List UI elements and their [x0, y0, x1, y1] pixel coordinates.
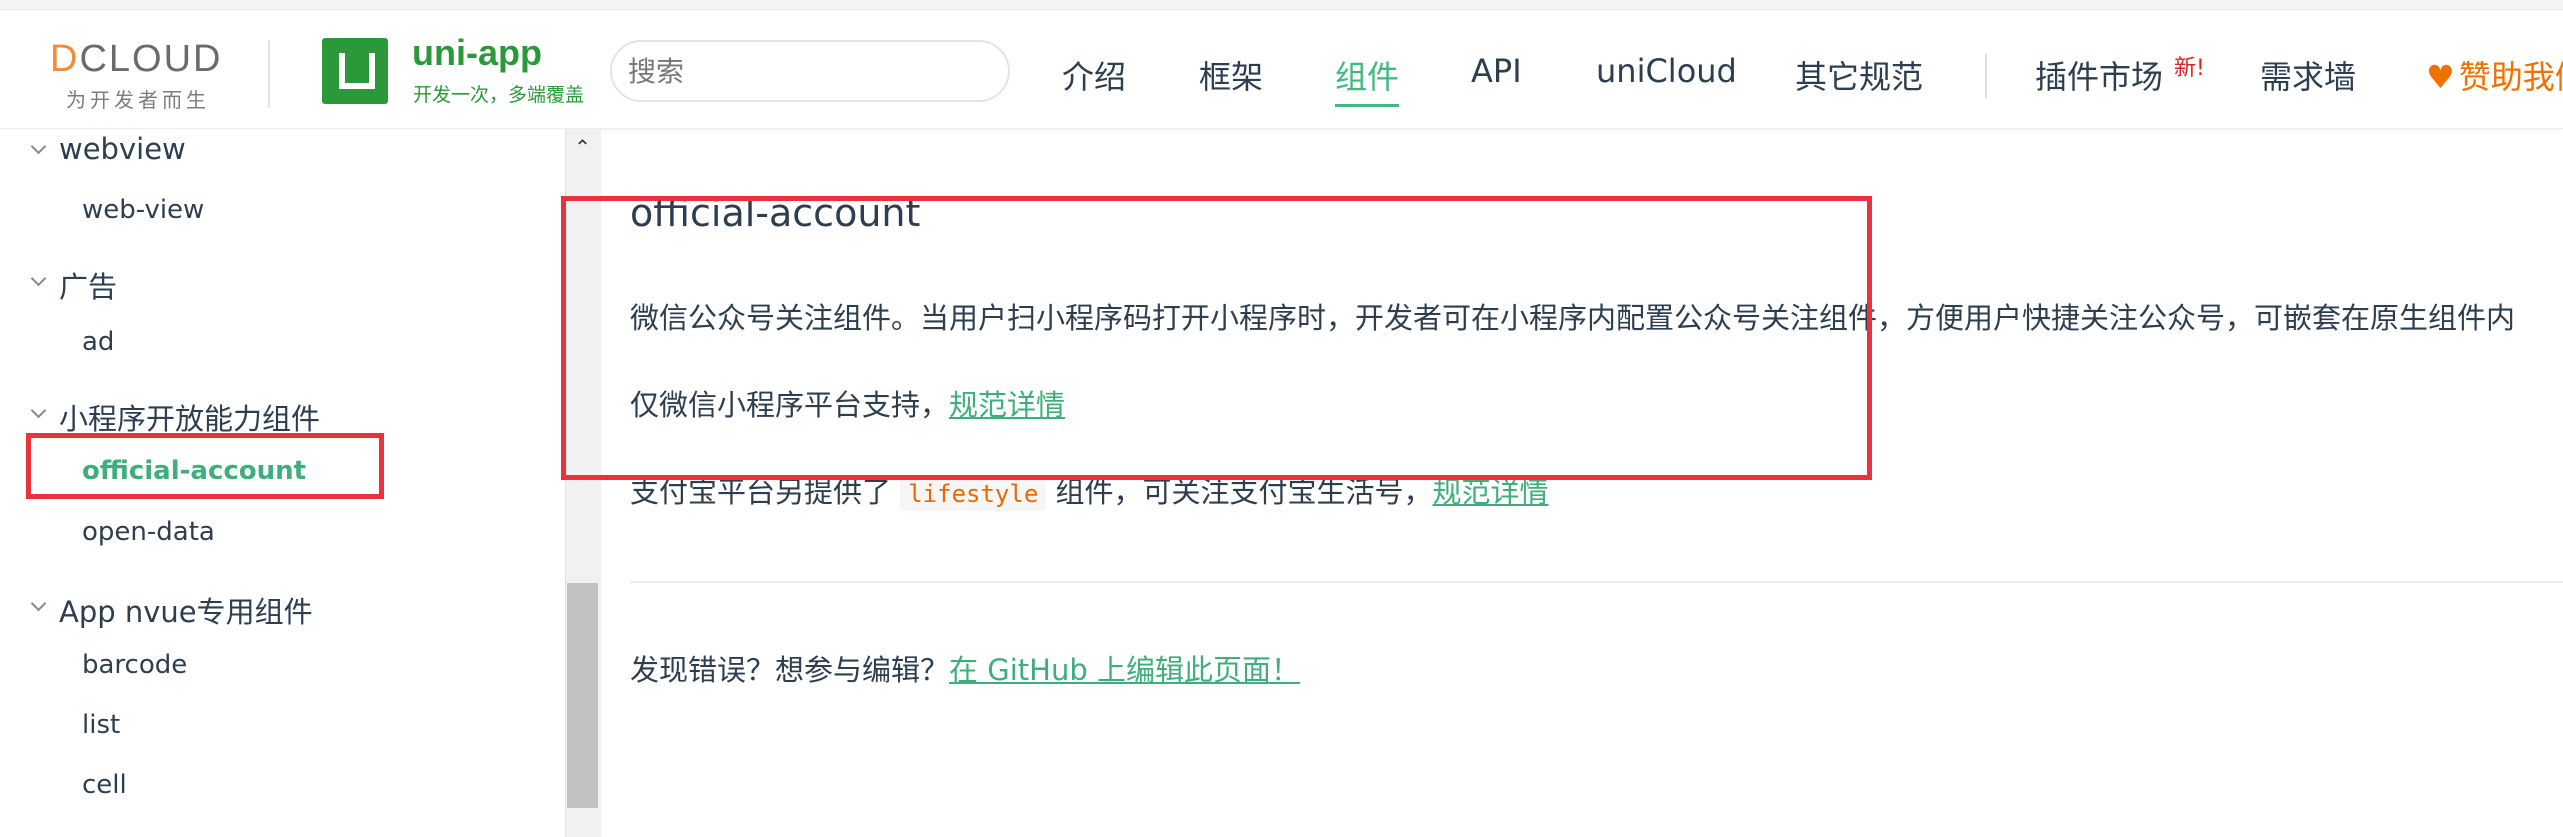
chevron-down-icon — [30, 270, 47, 287]
search-input[interactable] — [610, 40, 1010, 102]
sidebar-group-app-nvue[interactable]: App nvue专用组件 — [59, 589, 313, 631]
chevron-down-icon — [30, 138, 47, 155]
sponsor-label: 赞助我们 — [2458, 58, 2563, 96]
sidebar-item-web-view[interactable]: web-view — [82, 195, 204, 225]
nav-components[interactable]: 组件 — [1335, 52, 1400, 107]
chevron-down-icon — [30, 402, 47, 419]
lifestyle-code: lifestyle — [900, 477, 1047, 511]
sidebar-item-list[interactable]: list — [82, 710, 120, 740]
logo-divider — [268, 40, 270, 108]
alipay-text-prefix: 支付宝平台另提供了 — [630, 475, 892, 509]
edit-prompt: 发现错误？想参与编辑？在 GitHub 上编辑此页面！ — [630, 647, 1300, 689]
content-divider — [630, 581, 2563, 583]
dcloud-tagline: 为开发者而生 — [66, 88, 210, 112]
scrollbar-thumb[interactable] — [567, 583, 598, 808]
uni-app-logo-icon[interactable] — [322, 38, 388, 104]
dcloud-logo[interactable]: DCLOUD 为开发者而生 — [50, 36, 240, 114]
top-navbar: DCLOUD 为开发者而生 uni-app 开发一次，多端覆盖 介绍 框架 组件… — [0, 10, 2563, 129]
app-name[interactable]: uni-app — [412, 32, 542, 74]
nav-intro[interactable]: 介绍 — [1062, 52, 1126, 98]
edit-on-github-link[interactable]: 在 GitHub 上编辑此页面！ — [949, 653, 1300, 687]
sidebar-highlight-box — [26, 433, 384, 499]
nav-requirements-wall[interactable]: 需求墙 — [2260, 52, 2356, 98]
sidebar-group-mini-program[interactable]: 小程序开放能力组件 — [59, 396, 320, 438]
sponsor-link[interactable]: ♥赞助我们 — [2426, 52, 2563, 98]
nav-api[interactable]: API — [1471, 52, 1522, 90]
nav-unicloud[interactable]: uniCloud — [1596, 52, 1737, 90]
app-slogan: 开发一次，多端覆盖 — [413, 84, 585, 106]
scroll-up-arrow-icon[interactable]: ⌃ — [565, 136, 600, 158]
edit-prompt-text: 发现错误？想参与编辑？ — [630, 653, 950, 687]
dcloud-wordmark: DCLOUD — [50, 38, 223, 80]
new-badge: 新! — [2174, 56, 2205, 81]
chevron-down-icon — [30, 595, 47, 612]
nav-other-specs[interactable]: 其它规范 — [1795, 52, 1923, 98]
sidebar-item-open-data[interactable]: open-data — [82, 517, 215, 547]
nav-divider — [1985, 54, 1987, 98]
sidebar-item-ad[interactable]: ad — [82, 327, 114, 357]
alipay-spec-details-link[interactable]: 规范详情 — [1433, 475, 1549, 509]
nav-framework[interactable]: 框架 — [1199, 52, 1263, 98]
top-border-strip — [0, 0, 2563, 10]
sidebar-group-ad[interactable]: 广告 — [59, 264, 117, 306]
heart-icon: ♥ — [2426, 58, 2455, 96]
nav-plugin-market[interactable]: 插件市场 — [2035, 52, 2163, 98]
alipay-text-mid: 组件，可关注支付宝生活号， — [1055, 475, 1433, 509]
sidebar-item-barcode[interactable]: barcode — [82, 650, 187, 680]
content-highlight-box — [561, 196, 1872, 480]
sidebar-item-cell[interactable]: cell — [82, 770, 127, 800]
sidebar-group-webview[interactable]: webview — [59, 132, 186, 166]
